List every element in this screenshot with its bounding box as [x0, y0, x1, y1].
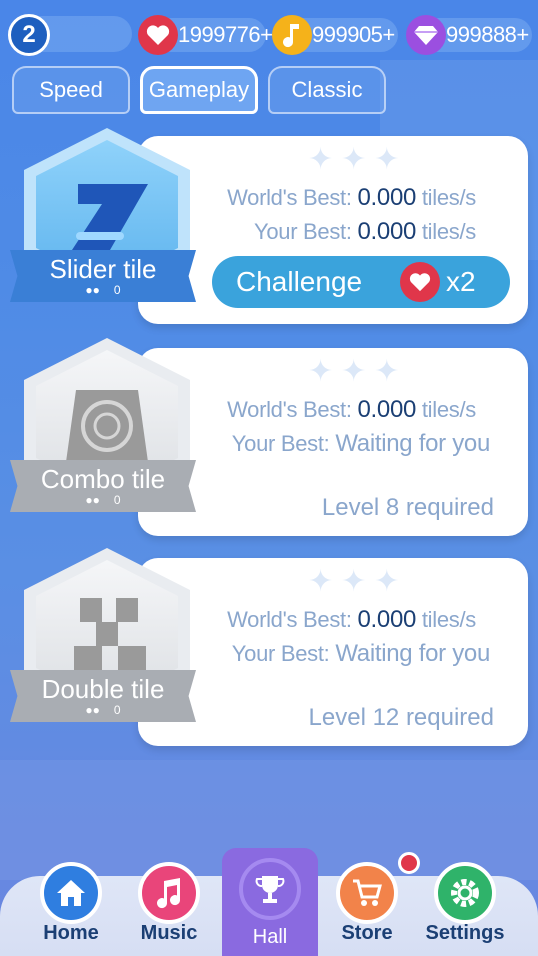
trophy-icon	[239, 858, 301, 920]
player-count-value: 0	[113, 493, 121, 507]
your-best-value: Waiting for you	[335, 430, 490, 457]
your-best-row: Your Best: Waiting for you	[231, 640, 491, 668]
level-requirement: Level 8 required	[321, 494, 494, 521]
your-best-value: 0.000	[357, 218, 417, 245]
your-best-value: Waiting for you	[335, 640, 490, 667]
world-best-label: World's Best:	[227, 397, 352, 422]
hearts-value: 1999776+	[178, 22, 273, 47]
users-icon: ●●	[85, 493, 100, 507]
world-best-unit: tiles/s	[421, 185, 476, 210]
your-best-row: Your Best: Waiting for you	[231, 430, 491, 458]
tab-classic[interactable]: Classic	[268, 66, 386, 114]
rating-stars: ✦✦✦	[308, 143, 408, 176]
bottom-nav: Home Music Hall Store Settings	[0, 848, 538, 956]
player-count: ●● 0	[85, 703, 120, 717]
nav-home-label: Home	[43, 922, 99, 944]
notes-value: 999905+	[312, 22, 395, 47]
music-icon	[138, 862, 200, 924]
world-best-row: World's Best: 0.000 tiles/s	[227, 396, 476, 424]
nav-music-label: Music	[140, 922, 198, 944]
tile-name: Combo tile	[40, 464, 166, 494]
your-best-unit: tiles/s	[421, 219, 476, 244]
challenge-label: Challenge	[236, 266, 363, 297]
rating-stars: ✦✦✦	[308, 355, 408, 388]
notes-counter[interactable]: 999905+	[272, 15, 398, 55]
gems-value: 999888+	[446, 22, 529, 47]
nav-home[interactable]: Home	[26, 862, 116, 956]
nav-store-label: Store	[341, 922, 393, 944]
nav-settings-label: Settings	[425, 922, 505, 944]
users-icon: ●●	[85, 703, 100, 717]
challenge-cost: x2	[446, 266, 476, 297]
world-best-unit: tiles/s	[421, 607, 476, 632]
your-best-label: Your Best:	[253, 219, 352, 244]
tab-gameplay[interactable]: Gameplay	[140, 66, 258, 114]
world-best-value: 0.000	[357, 396, 417, 423]
level-badge[interactable]: 2	[8, 14, 50, 56]
gear-icon	[434, 862, 496, 924]
player-count: ●● 0	[85, 493, 120, 507]
level-requirement: Level 12 required	[308, 704, 494, 731]
double-tile-card[interactable]: ✦✦✦ World's Best: 0.000 tiles/s Your Bes…	[138, 558, 528, 746]
double-tile-badge[interactable]: Double tile ●● 0	[10, 548, 196, 738]
combo-tile-card[interactable]: ✦✦✦ World's Best: 0.000 tiles/s Your Bes…	[138, 348, 528, 536]
world-best-label: World's Best:	[227, 607, 352, 632]
badge-ribbon: Slider tile ●● 0	[10, 250, 196, 302]
your-best-row: Your Best: 0.000 tiles/s	[254, 218, 476, 246]
player-count-value: 0	[113, 703, 121, 717]
world-best-value: 0.000	[357, 606, 417, 633]
your-best-label: Your Best:	[231, 641, 330, 666]
top-bar: 2 1999776+ 999905+ 999888+	[0, 14, 538, 58]
slider-tile-card[interactable]: ✦✦✦ World's Best: 0.000 tiles/s Your Bes…	[138, 136, 528, 324]
nav-settings[interactable]: Settings	[420, 862, 510, 956]
badge-ribbon: Combo tile ●● 0	[10, 460, 196, 512]
world-best-row: World's Best: 0.000 tiles/s	[227, 606, 476, 634]
world-best-value: 0.000	[357, 184, 417, 211]
nav-hall-label: Hall	[252, 926, 288, 948]
users-icon: ●●	[85, 283, 100, 297]
heart-icon	[138, 15, 178, 55]
player-count-value: 0	[113, 283, 121, 297]
world-best-row: World's Best: 0.000 tiles/s	[227, 184, 476, 212]
slider-tile-badge[interactable]: Slider tile ●● 0	[10, 128, 196, 318]
nav-hall[interactable]: Hall	[222, 848, 318, 956]
tab-speed[interactable]: Speed	[12, 66, 130, 114]
badge-ribbon: Double tile ●● 0	[10, 670, 196, 722]
home-icon	[40, 862, 102, 924]
diamond-icon	[406, 15, 446, 55]
notification-dot	[398, 852, 420, 874]
challenge-button[interactable]: Challenge x2	[212, 256, 510, 308]
tile-name: Slider tile	[49, 254, 157, 284]
nav-store[interactable]: Store	[322, 852, 420, 956]
tile-name: Double tile	[41, 674, 165, 704]
cart-icon	[336, 852, 420, 924]
hearts-counter[interactable]: 1999776+	[138, 15, 273, 55]
world-best-unit: tiles/s	[421, 397, 476, 422]
rating-stars: ✦✦✦	[308, 565, 408, 598]
music-note-icon	[272, 15, 312, 55]
your-best-label: Your Best:	[231, 431, 330, 456]
player-count: ●● 0	[85, 283, 120, 297]
heart-icon	[400, 262, 440, 302]
gems-counter[interactable]: 999888+	[406, 15, 532, 55]
world-best-label: World's Best:	[227, 185, 352, 210]
nav-music[interactable]: Music	[124, 862, 214, 956]
combo-tile-badge[interactable]: Combo tile ●● 0	[10, 338, 196, 528]
